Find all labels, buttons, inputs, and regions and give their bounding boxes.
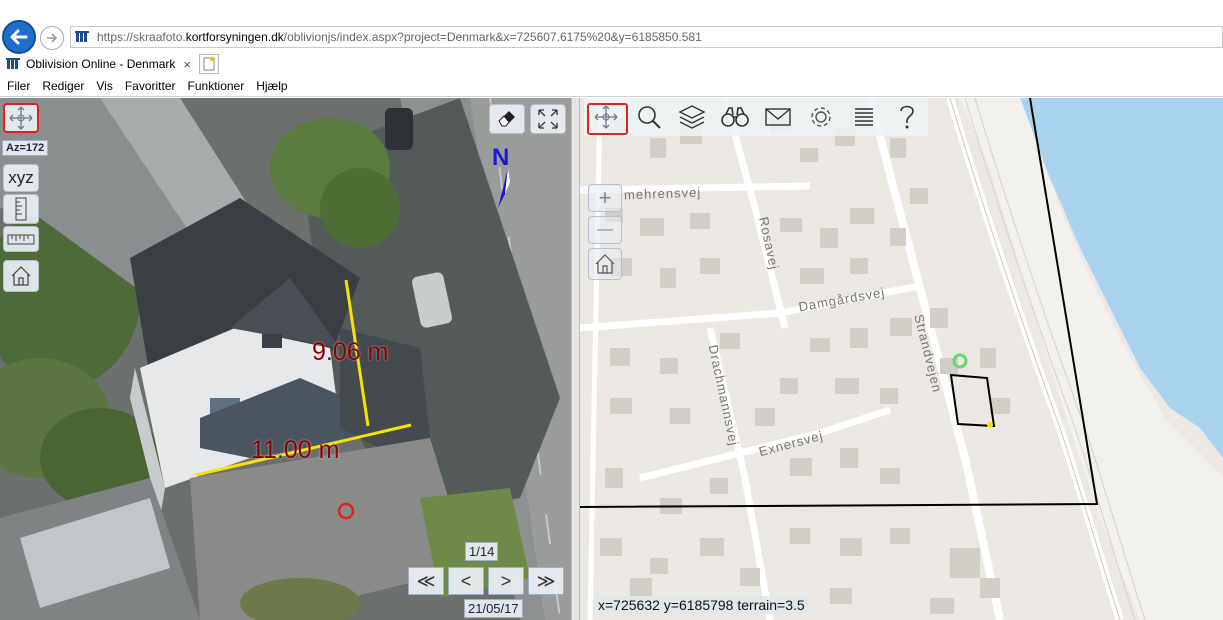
map-layers-button[interactable] — [670, 98, 713, 136]
zoom-out-button[interactable]: — — [588, 216, 622, 244]
vertical-ruler-icon — [15, 197, 27, 221]
map-home-button[interactable] — [588, 248, 622, 280]
arrow-left-icon — [10, 29, 28, 45]
arrow-right-icon — [47, 33, 58, 43]
tab-close-icon[interactable]: × — [183, 57, 191, 72]
new-tab-button[interactable] — [199, 54, 219, 74]
question-icon — [899, 105, 914, 129]
tab-row: Oblivision Online - Denmark × — [0, 53, 1223, 77]
coordinate-readout: x=725632 y=6185798 terrain=3.5 — [594, 596, 809, 614]
map-list-button[interactable] — [842, 98, 885, 136]
binoculars-icon — [720, 107, 749, 127]
tab-oblivision[interactable]: Oblivision Online - Denmark × — [2, 53, 198, 75]
map-settings-button[interactable] — [799, 98, 842, 136]
target-point-marker — [987, 422, 993, 428]
map-toolbar — [584, 98, 928, 136]
list-icon — [854, 108, 873, 126]
gear-icon — [810, 107, 831, 127]
magnifier-icon — [637, 106, 661, 129]
measurement-label-height: 9.06 m — [312, 338, 389, 366]
envelope-icon — [764, 108, 791, 126]
pan-arrows-icon — [594, 105, 617, 129]
map-view[interactable]: mehrensvej Rosavej Damgårdsvej Strandvej… — [580, 98, 1223, 620]
north-arrow-icon — [498, 168, 510, 208]
ruler-icon — [7, 234, 35, 245]
menu-edit[interactable]: Rediger — [42, 79, 84, 93]
measurement-label-width: 11.00 m — [251, 436, 340, 464]
map-help-button[interactable] — [885, 98, 928, 136]
xyz-tool-button[interactable]: xyz — [3, 164, 39, 192]
site-favicon-icon — [6, 58, 20, 69]
position-marker-circle[interactable] — [337, 502, 355, 520]
distance-measure-button[interactable] — [3, 226, 39, 252]
pan-tool-button[interactable] — [3, 103, 39, 133]
map-canvas — [580, 98, 1223, 620]
tab-title: Oblivision Online - Denmark — [26, 57, 176, 71]
menu-file[interactable]: Filer — [7, 79, 30, 93]
home-icon — [11, 266, 31, 286]
menu-help[interactable]: Hjælp — [256, 79, 287, 93]
prev-image-button[interactable]: < — [448, 567, 484, 595]
street-label-mehrensvej: mehrensvej — [623, 184, 702, 203]
url-prefix: https://skraafoto. — [97, 30, 186, 44]
menu-favorites[interactable]: Favoritter — [125, 79, 176, 93]
menu-functions[interactable]: Funktioner — [188, 79, 245, 93]
north-arrow: N — [492, 144, 518, 214]
map-search-button[interactable] — [627, 98, 670, 136]
home-button[interactable] — [3, 260, 39, 292]
azimuth-label[interactable]: Az=172 — [2, 140, 49, 156]
menu-bar: Filer Rediger Vis Favoritter Funktioner … — [0, 76, 1223, 97]
url-domain: kortforsyningen.dk — [185, 30, 284, 44]
menu-view[interactable]: Vis — [96, 79, 112, 93]
map-pan-button[interactable] — [584, 98, 628, 136]
aerial-photo-view[interactable]: 9.06 m 11.00 m Az=172 xyz N 1/14 ≪ < > ≫… — [0, 98, 571, 620]
home-icon — [595, 254, 615, 274]
forward-button[interactable] — [40, 26, 64, 50]
image-counter: 1/14 — [465, 542, 499, 561]
height-measure-button[interactable] — [3, 194, 39, 224]
last-image-button[interactable]: ≫ — [528, 567, 564, 595]
eraser-icon — [498, 111, 515, 127]
url-field[interactable]: https://skraafoto. kortforsyningen.dk/obl… — [70, 26, 1223, 48]
panel-splitter[interactable] — [571, 98, 580, 620]
zoom-in-button[interactable]: + — [588, 184, 622, 212]
first-image-button[interactable]: ≪ — [408, 567, 444, 595]
fullscreen-icon — [538, 109, 558, 129]
fullscreen-button[interactable] — [530, 104, 566, 134]
back-button[interactable] — [2, 20, 36, 54]
pan-arrows-icon — [9, 106, 33, 130]
url-path: /oblivionjs/index.aspx?project=Denmark&x… — [283, 30, 702, 44]
map-binoculars-button[interactable] — [713, 98, 756, 136]
eraser-button[interactable] — [489, 104, 525, 134]
map-mail-button[interactable] — [756, 98, 799, 136]
image-date: 21/05/17 — [464, 599, 523, 618]
layers-icon — [677, 105, 706, 129]
address-bar-row: https://skraafoto. kortforsyningen.dk/obl… — [0, 18, 1223, 56]
new-tab-icon — [203, 56, 215, 71]
next-image-button[interactable]: > — [488, 567, 524, 595]
site-favicon-icon — [75, 31, 89, 42]
